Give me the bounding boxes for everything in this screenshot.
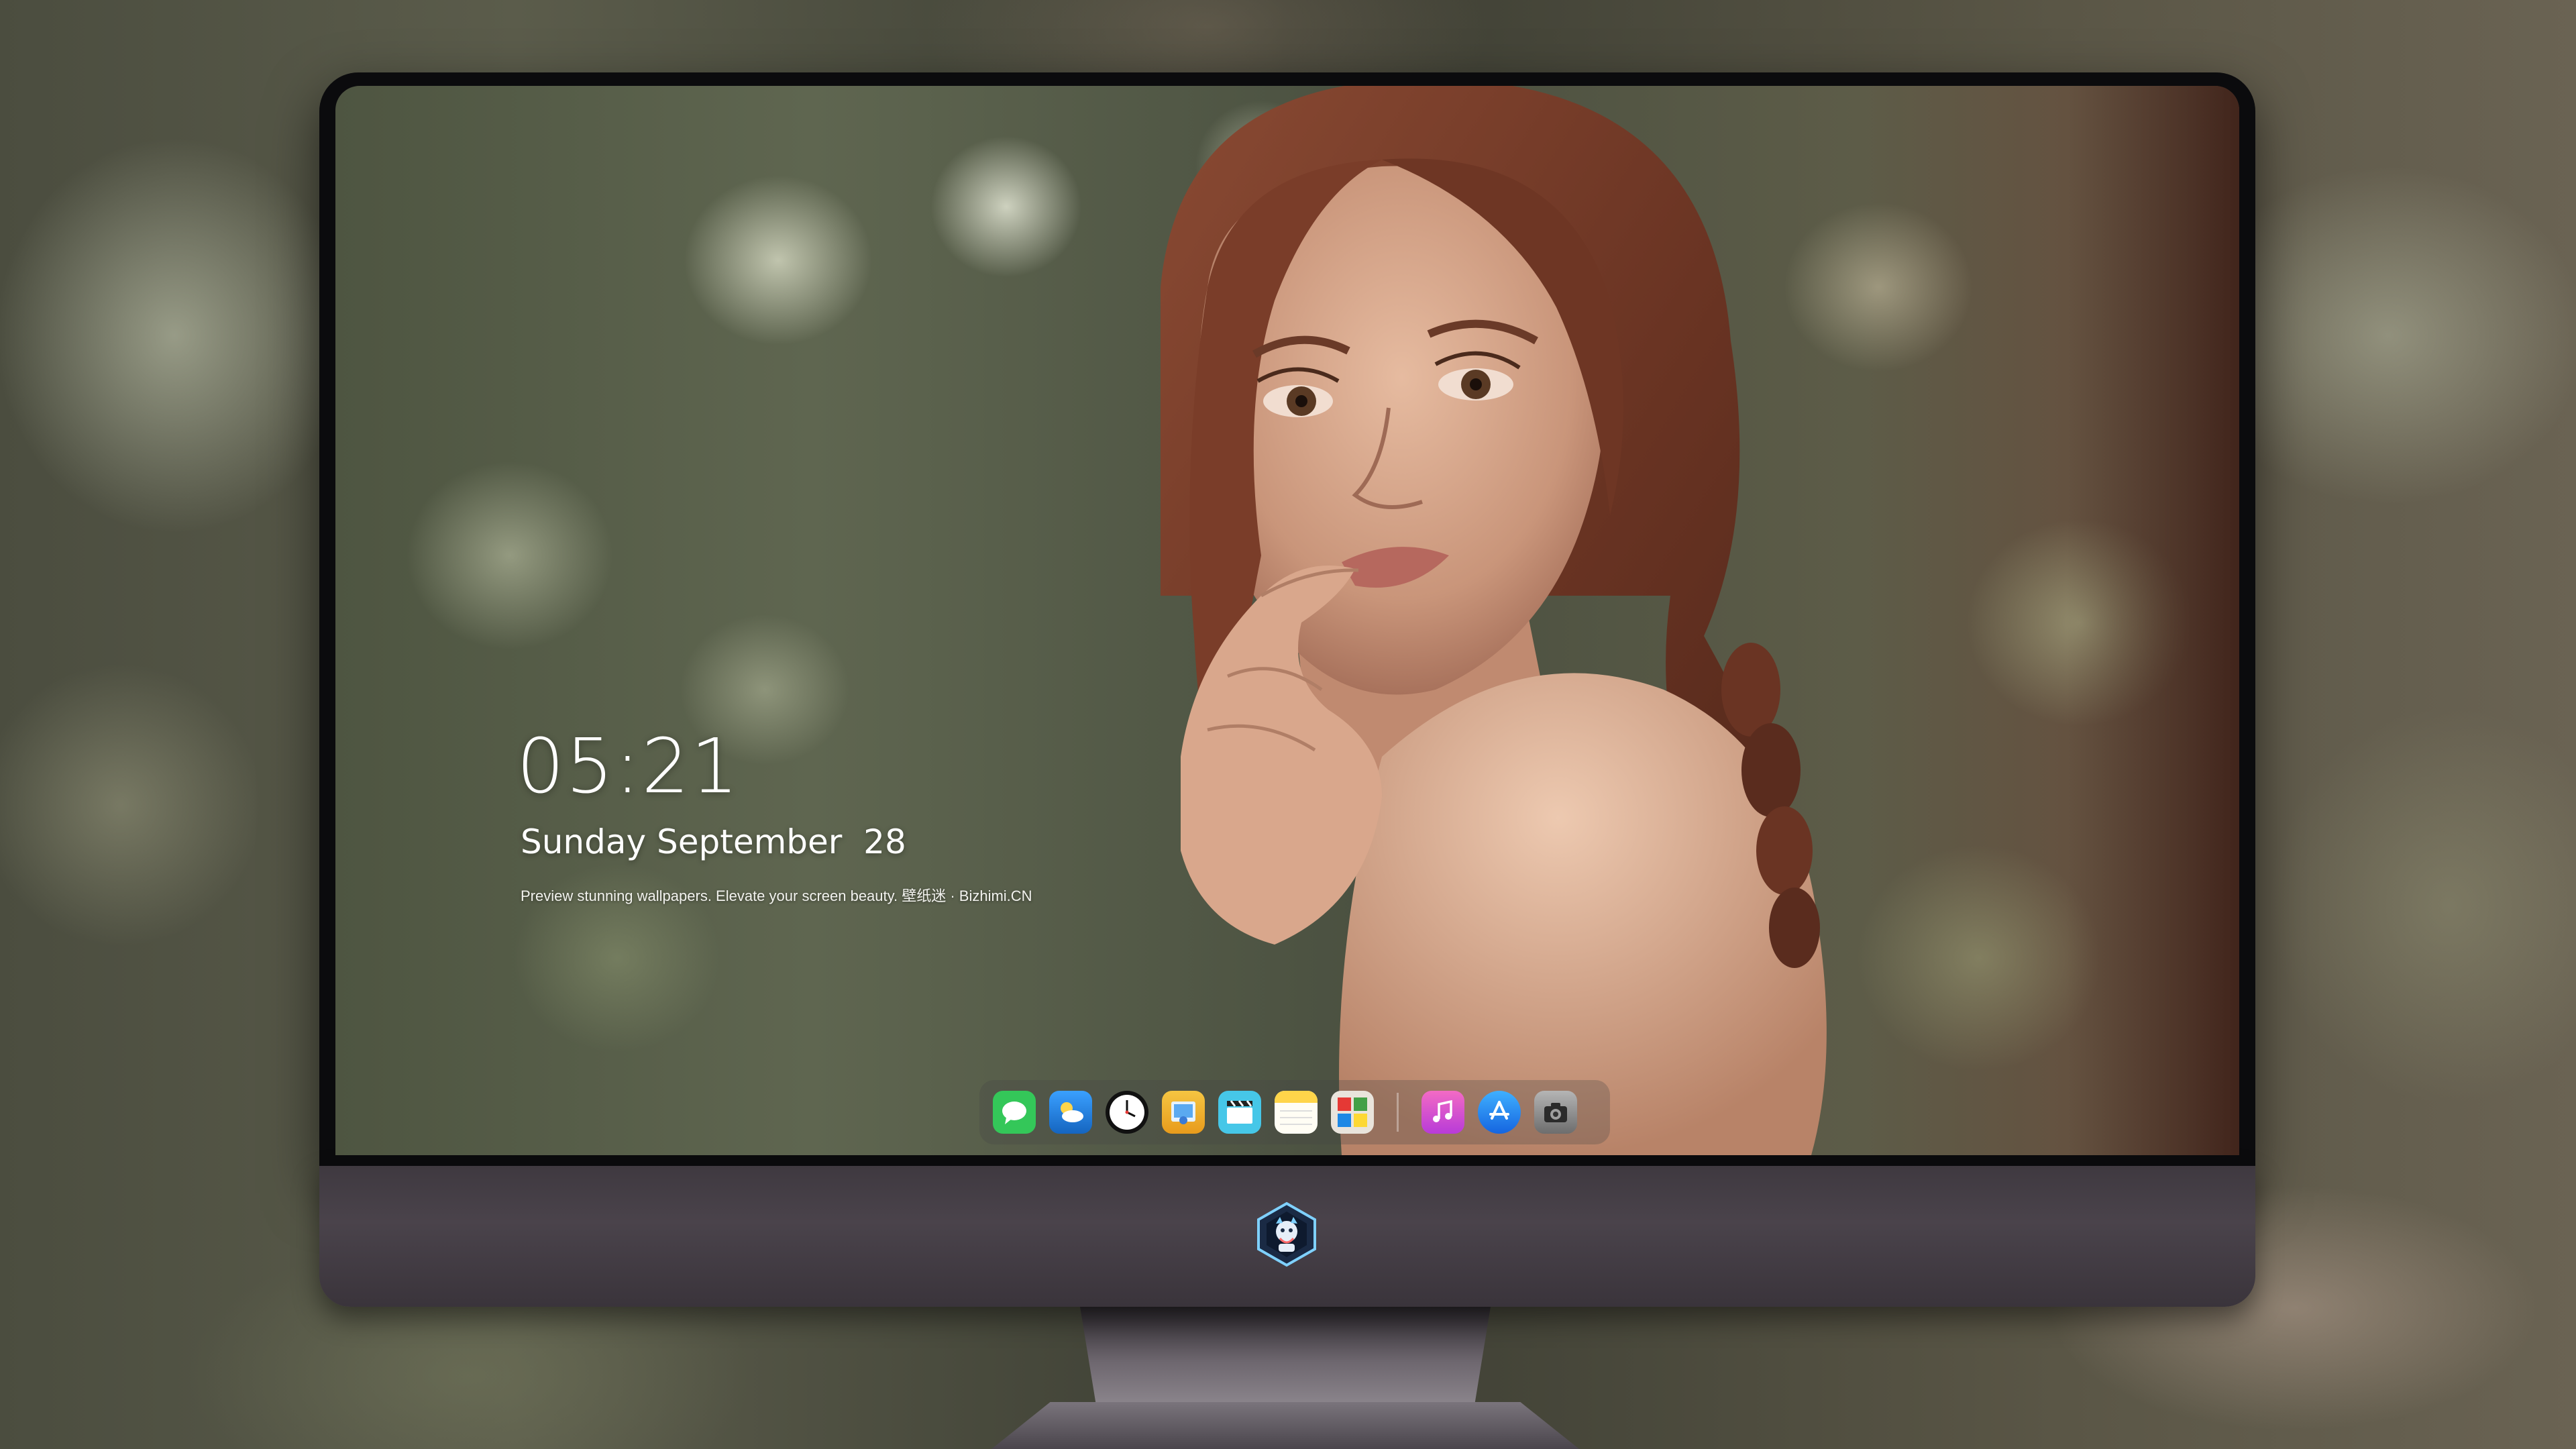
weather-icon[interactable] [1049, 1091, 1092, 1134]
lockscreen-clock: 05:21 [517, 723, 740, 810]
messages-icon[interactable] [993, 1091, 1036, 1134]
music-note-icon[interactable] [1421, 1091, 1464, 1134]
desktop-screen: 05:21 Sunday September 28 Preview stunni… [335, 86, 2239, 1155]
lockscreen-date: Sunday September 28 [521, 822, 906, 861]
app-store-icon[interactable] [1478, 1091, 1521, 1134]
dock [979, 1080, 1610, 1144]
monitor-stand-foot [991, 1402, 1579, 1449]
lockscreen-tagline: Preview stunning wallpapers. Elevate you… [521, 888, 1032, 904]
monitor-stand-neck [1080, 1307, 1491, 1407]
camera-icon[interactable] [1534, 1091, 1577, 1134]
clock-icon[interactable] [1106, 1091, 1148, 1134]
clapperboard-icon[interactable] [1218, 1091, 1261, 1134]
dragon-shield-logo [1257, 1201, 1316, 1267]
photo-viewer-icon[interactable] [1162, 1091, 1205, 1134]
dock-separator [1397, 1093, 1399, 1132]
notes-icon[interactable] [1275, 1091, 1318, 1134]
wallpaper-portrait [1161, 86, 2239, 1155]
photo-grid-icon[interactable] [1331, 1091, 1374, 1134]
